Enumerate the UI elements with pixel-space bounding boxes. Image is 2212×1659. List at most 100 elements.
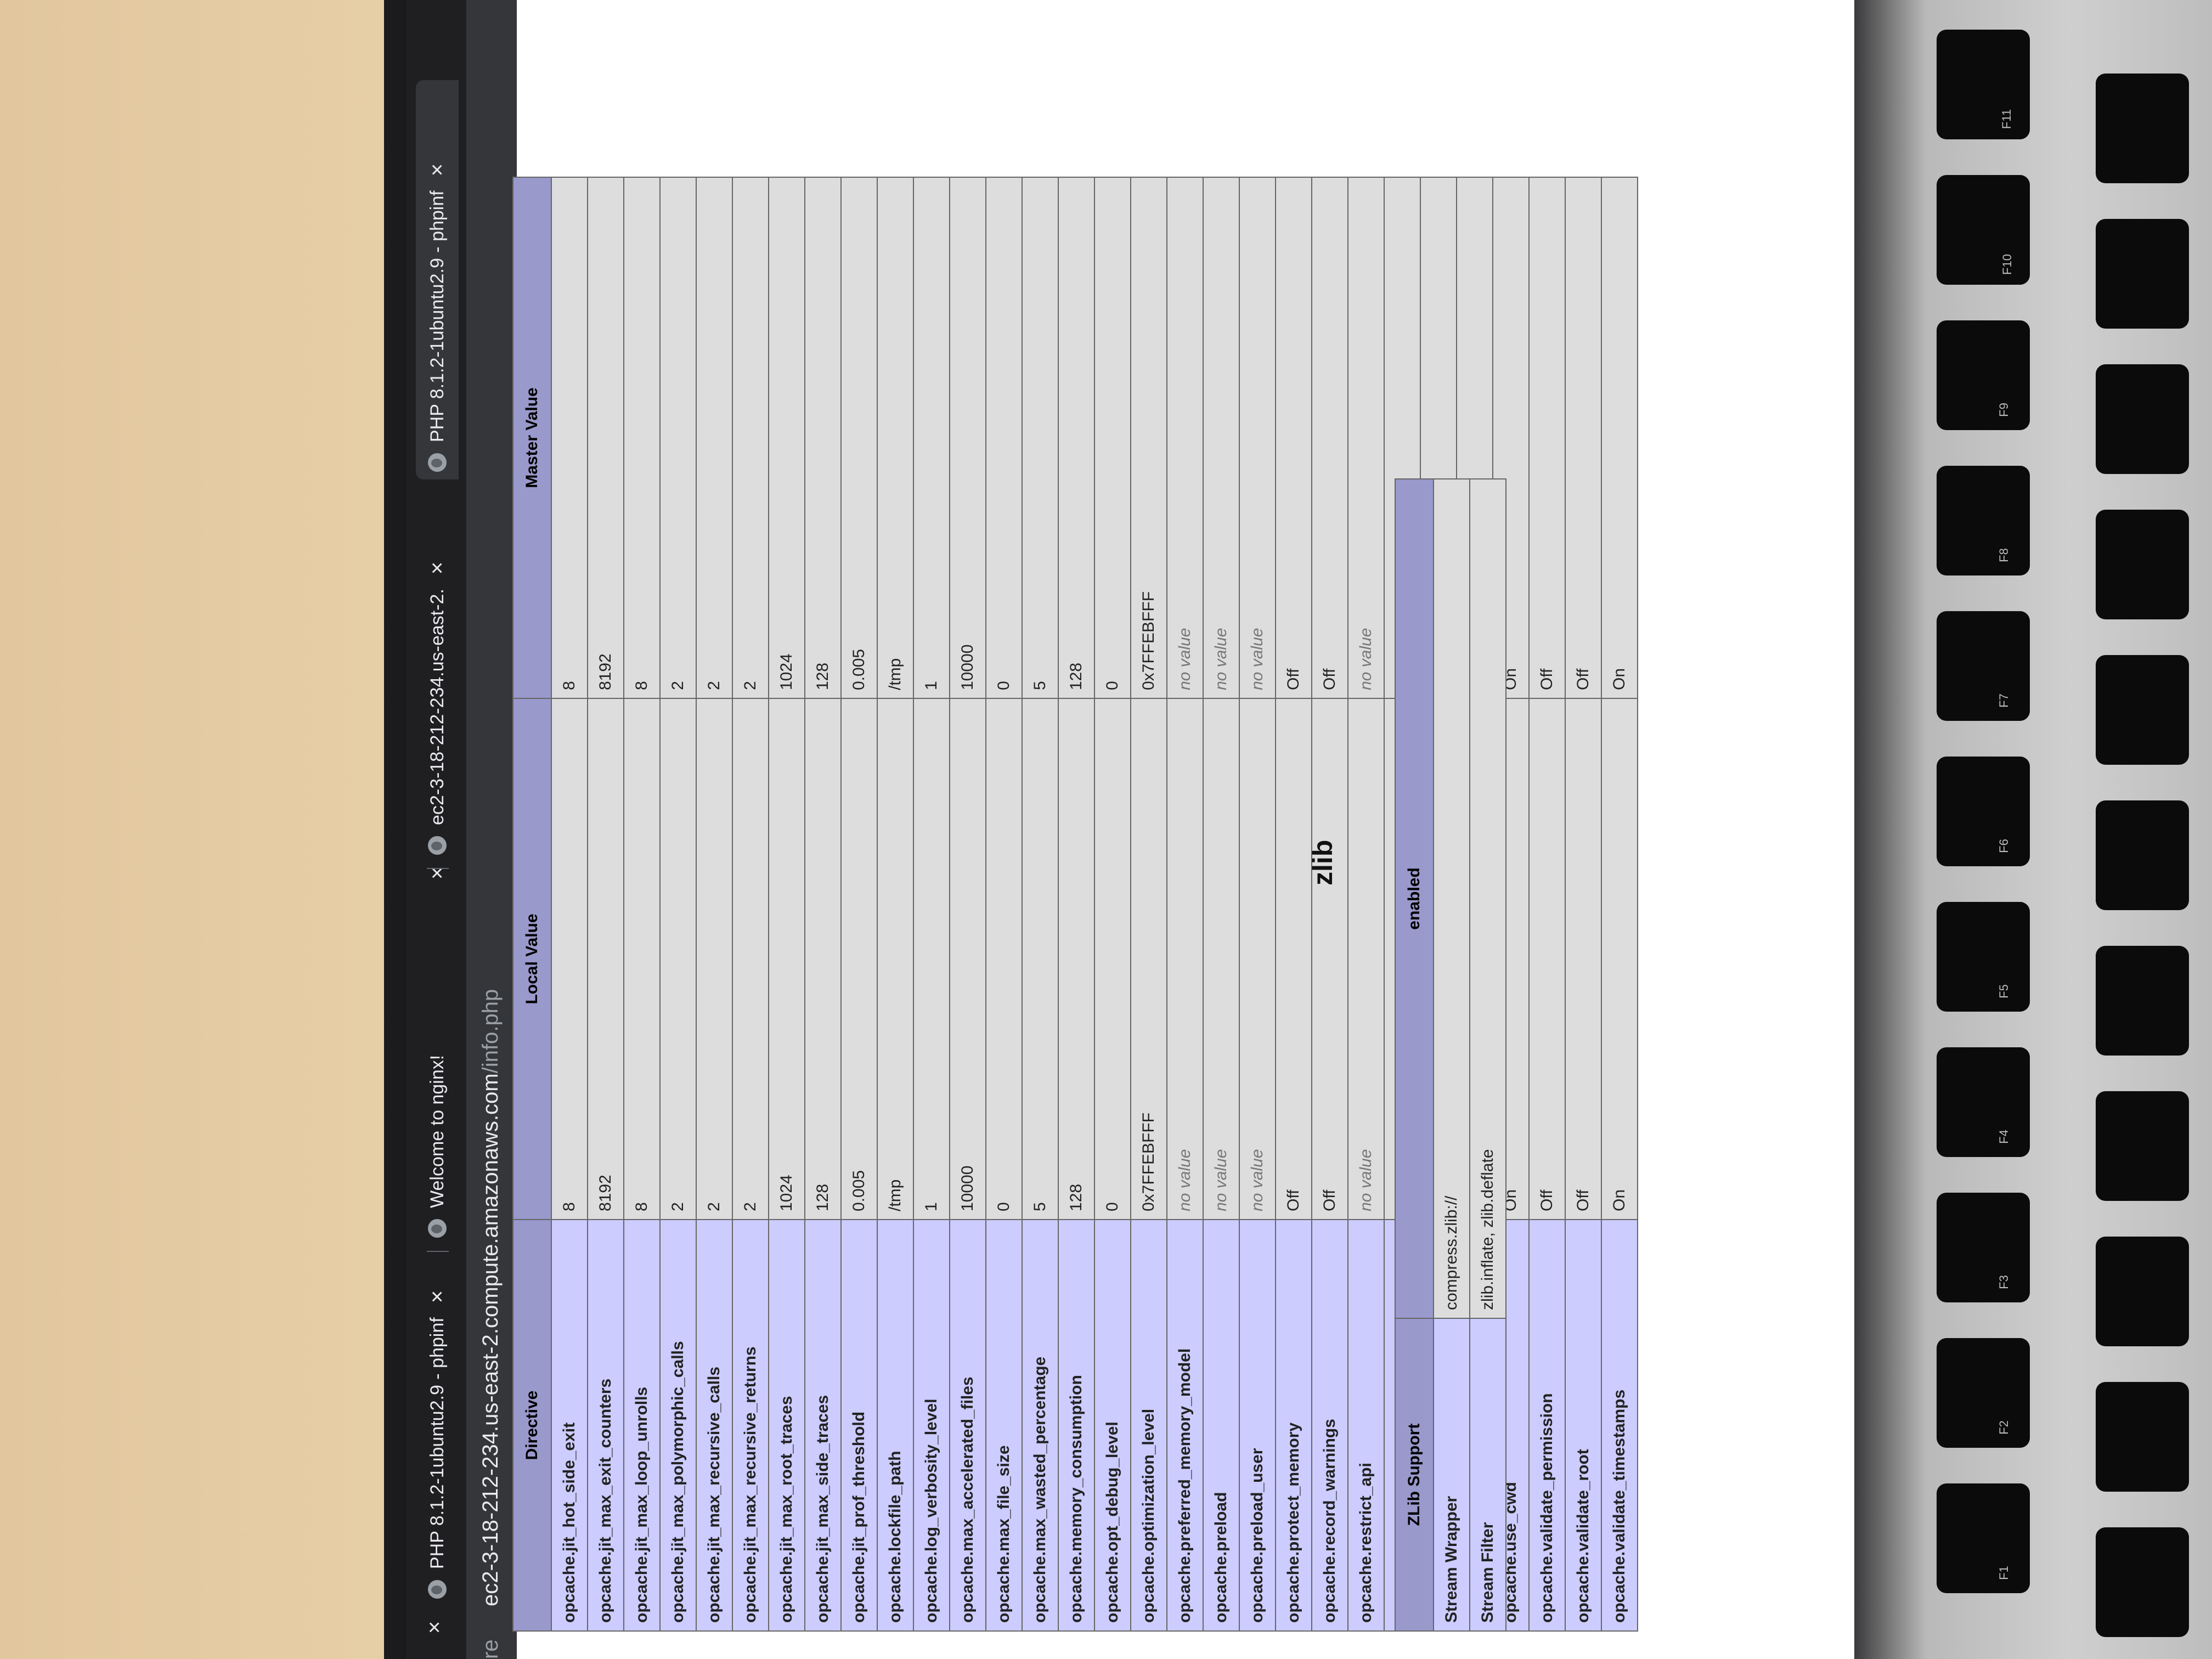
- local-value: 8192: [588, 698, 624, 1220]
- directive-name: opcache.jit_max_recursive_calls: [696, 1220, 732, 1631]
- master-value: no value: [1239, 177, 1276, 698]
- tab-phpinfo-active[interactable]: PHP 8.1.2-1ubuntu2.9 - phpinf ×: [416, 80, 459, 479]
- table-row: opcache.lockfile_path/tmp/tmp: [877, 177, 913, 1631]
- directive-name: opcache.restrict_api: [1348, 1220, 1384, 1631]
- key-label: F9: [1996, 403, 2011, 417]
- keyboard-key-f9: F9: [1937, 320, 2030, 430]
- keyboard-key-row2: [2096, 800, 2189, 910]
- local-value: 1: [913, 698, 950, 1220]
- page-content: Directive Local Value Master Value opcac…: [513, 0, 1876, 1659]
- keyboard-key-f2: F2: [1937, 1338, 2030, 1448]
- tab-close-partial[interactable]: ×: [422, 1621, 447, 1634]
- zlib-table-body: ZLib Support enabled Stream Wrapper compres…: [1395, 479, 1506, 1631]
- security-label[interactable]: re: [478, 1639, 503, 1659]
- directive-name: opcache.protect_memory: [1276, 1220, 1312, 1631]
- table-header-row: Directive Local Value Master Value: [513, 177, 551, 1631]
- keyboard-key-row2: [2096, 1091, 2189, 1201]
- local-value: 0x7FFEBFFF: [1131, 698, 1167, 1220]
- local-value: Off: [1276, 698, 1312, 1220]
- local-value: 2: [660, 698, 696, 1220]
- tab-label: PHP 8.1.2-1ubuntu2.9 - phpinf: [426, 190, 448, 442]
- tab-ec2-host[interactable]: ec2-3-18-212-234.us-east-2. ×: [416, 493, 459, 855]
- master-value: 2: [732, 177, 769, 698]
- browser-window: × PHP 8.1.2-1ubuntu2.9 - phpinf × Welcom…: [406, 0, 1876, 1659]
- tab-phpinfo-1[interactable]: PHP 8.1.2-1ubuntu2.9 - phpinf ×: [416, 1259, 459, 1599]
- table-row: opcache.max_file_size 0 0: [986, 177, 1022, 1631]
- local-value: 0: [1094, 698, 1131, 1220]
- directive-name: opcache.jit_prof_threshold: [841, 1220, 877, 1631]
- master-value: 0x7FFEBFFF: [1131, 177, 1167, 698]
- tab-bar: × PHP 8.1.2-1ubuntu2.9 - phpinf × Welcom…: [406, 0, 466, 1659]
- keyboard: F1 F2 F3 F4 F5 F6 F7 F8 F9 F10 F11: [1854, 0, 2212, 1659]
- directive-name: opcache.log_verbosity_level: [913, 1220, 950, 1631]
- local-value: no value: [1203, 698, 1239, 1220]
- directive-name: opcache.validate_timestamps: [1601, 1220, 1638, 1631]
- local-value: 8: [551, 698, 588, 1220]
- directive-name: opcache.jit_max_root_traces: [769, 1220, 805, 1631]
- tab-divider: [427, 1251, 449, 1252]
- directive-name: opcache.preload: [1203, 1220, 1239, 1631]
- master-value: no value: [1203, 177, 1239, 698]
- table-row: opcache.validate_timestamps On On: [1601, 177, 1638, 1631]
- local-value: no value: [1167, 698, 1203, 1220]
- keyboard-key-row2: [2096, 510, 2189, 619]
- master-value: 10000: [950, 177, 986, 698]
- local-value: 0.005: [841, 698, 877, 1220]
- master-value: 1: [913, 177, 950, 698]
- close-icon[interactable]: ×: [425, 1290, 450, 1303]
- table-row: opcache.opt_debug_level 0 0: [1094, 177, 1131, 1631]
- master-value: 2: [696, 177, 732, 698]
- close-icon[interactable]: ×: [425, 163, 450, 176]
- directive-name: opcache.record_warnings: [1312, 1220, 1348, 1631]
- url-field[interactable]: ec2-3-18-212-234.us-east-2.compute.amazo…: [478, 989, 503, 1606]
- key-label: F2: [1996, 1420, 2011, 1435]
- local-value: 128: [805, 698, 841, 1220]
- zlib-value: zlib.inflate, zlib.deflate: [1470, 479, 1506, 1318]
- directive-name: opcache.max_file_size: [986, 1220, 1022, 1631]
- keyboard-key-f11: F11: [1937, 30, 2030, 139]
- directive-name: opcache.lockfile_path: [877, 1220, 913, 1631]
- directive-name: opcache.jit_max_exit_counters: [588, 1220, 624, 1631]
- keyboard-key-f4: F4: [1937, 1047, 2030, 1157]
- column-header-local-value: Local Value: [513, 698, 551, 1220]
- keyboard-key-f8: F8: [1937, 466, 2030, 575]
- tab-nginx[interactable]: Welcome to nginx! ×: [416, 867, 459, 1238]
- key-label: F10: [2000, 254, 2014, 275]
- address-bar[interactable]: re ec2-3-18-212-234.us-east-2.compute.am…: [466, 0, 517, 1659]
- directive-name: opcache.optimization_level: [1131, 1220, 1167, 1631]
- local-value: Off: [1529, 698, 1565, 1220]
- master-value: no value: [1348, 177, 1384, 698]
- table-row: opcache.preload no value no value: [1203, 177, 1239, 1631]
- master-value: Off: [1565, 177, 1601, 698]
- keyboard-key-f3: F3: [1937, 1193, 2030, 1302]
- tab-label: PHP 8.1.2-1ubuntu2.9 - phpinf: [426, 1317, 448, 1569]
- directive-name: opcache.jit_max_side_traces: [805, 1220, 841, 1631]
- master-value: 0.005: [841, 177, 877, 698]
- key-label: F4: [1996, 1130, 2011, 1144]
- local-value: no value: [1239, 698, 1276, 1220]
- table-row: opcache.validate_root Off Off: [1565, 177, 1601, 1631]
- table-row: opcache.jit_max_recursive_calls 2 2: [696, 177, 732, 1631]
- table-row: Stream Filter zlib.inflate, zlib.deflate: [1470, 479, 1506, 1631]
- directive-name: opcache.memory_consumption: [1058, 1220, 1094, 1631]
- close-icon[interactable]: ×: [425, 562, 450, 574]
- master-value: 128: [805, 177, 841, 698]
- master-value: /tmp: [877, 177, 913, 698]
- table-row: opcache.preload_user no value no value: [1239, 177, 1276, 1631]
- master-value: 5: [1022, 177, 1058, 698]
- table-row: opcache.jit_max_recursive_returns 2 2: [732, 177, 769, 1631]
- directive-name: opcache.max_accelerated_files: [950, 1220, 986, 1631]
- table-row: opcache.preferred_memory_model no value no…: [1167, 177, 1203, 1631]
- tab-divider: [427, 868, 449, 869]
- keyboard-key-row2: [2096, 655, 2189, 765]
- globe-icon: [428, 1580, 447, 1599]
- table-row: opcache.optimization_level 0x7FFEBFFF 0x7F…: [1131, 177, 1167, 1631]
- url-path: /info.php: [478, 989, 503, 1074]
- table-row: opcache.memory_consumption 128 128: [1058, 177, 1094, 1631]
- table-row: opcache.jit_prof_threshold 0.005 0.005: [841, 177, 877, 1631]
- directive-name: opcache.validate_permission: [1529, 1220, 1565, 1631]
- zlib-key: ZLib Support: [1395, 1318, 1434, 1631]
- master-value: Off: [1276, 177, 1312, 698]
- keyboard-key-f7: F7: [1937, 611, 2030, 721]
- keyboard-key-row2: [2096, 74, 2189, 183]
